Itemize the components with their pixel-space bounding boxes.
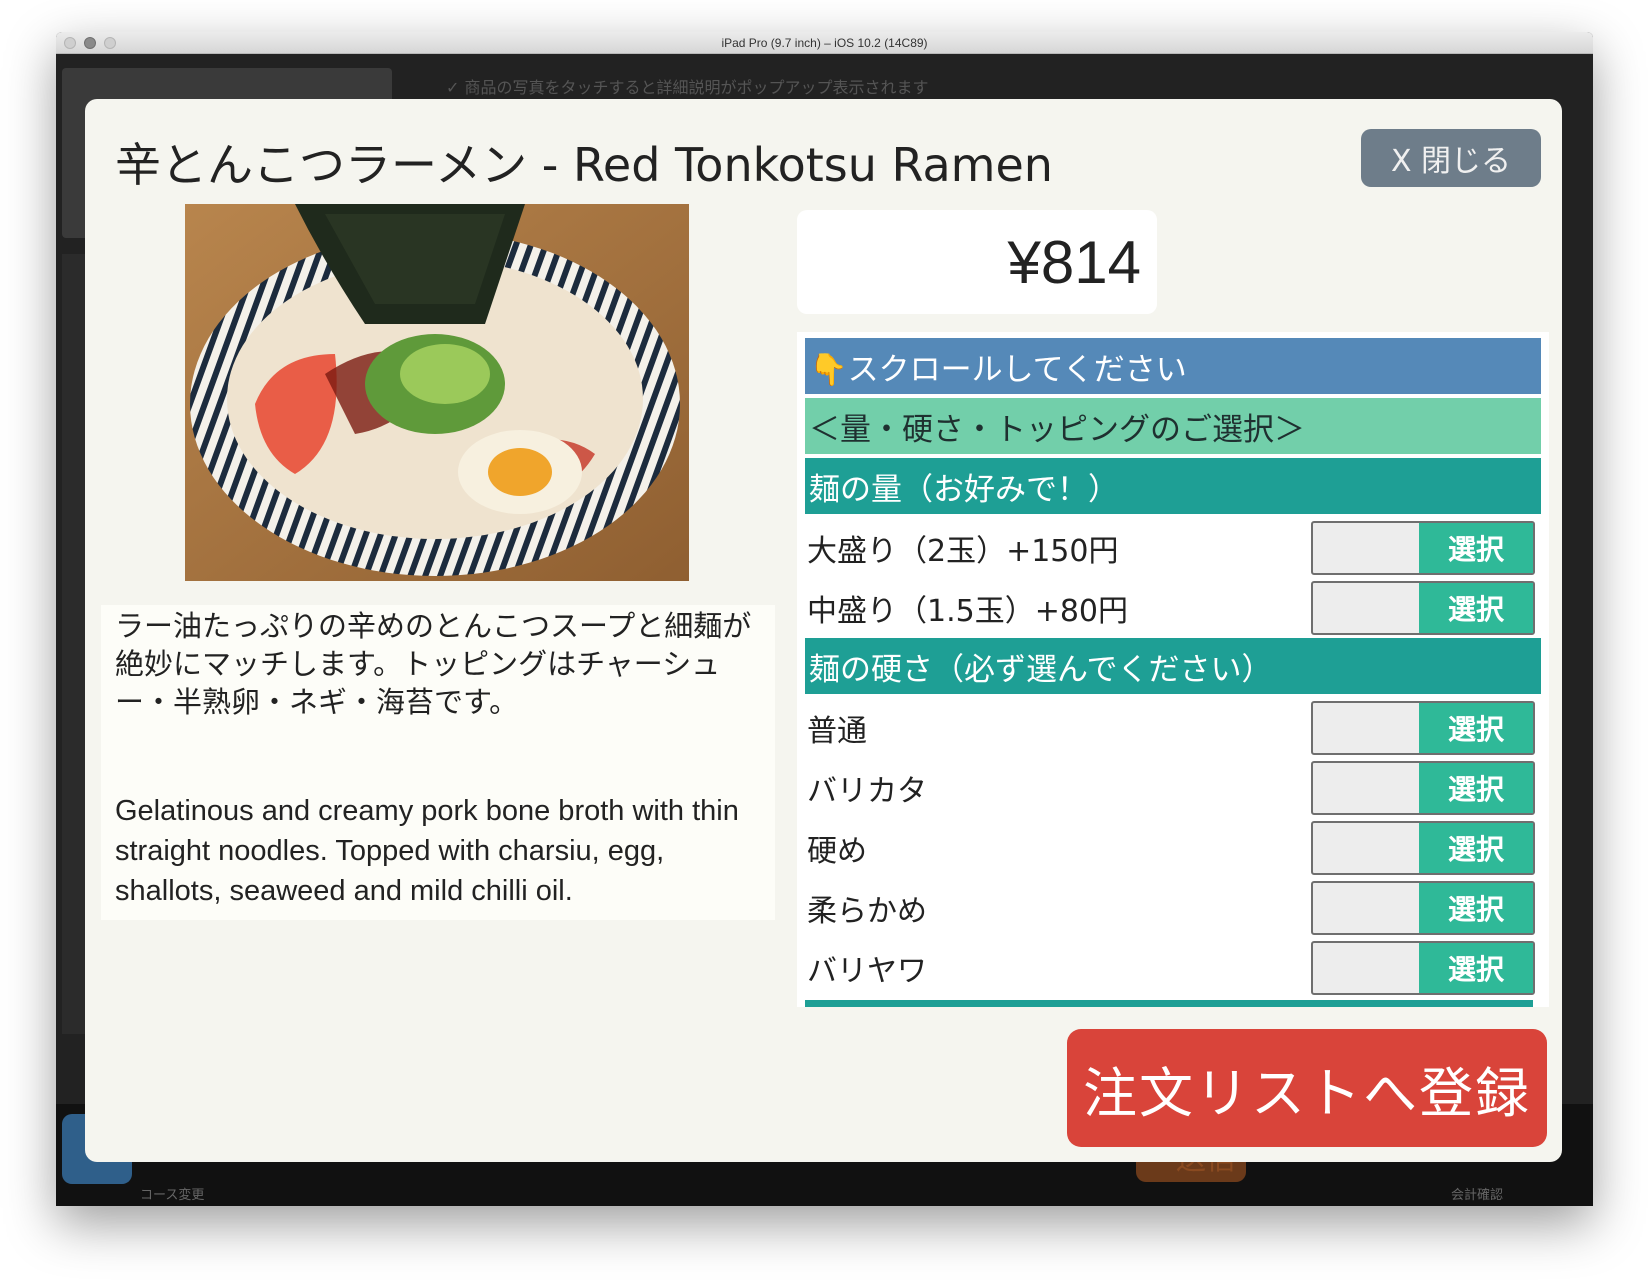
option-row: 普通 選択 [805, 698, 1541, 758]
product-title: 辛とんこつラーメン - Red Tonkotsu Ramen [115, 138, 1053, 192]
simulator-window: iPad Pro (9.7 inch) – iOS 10.2 (14C89) ✓… [56, 32, 1593, 1206]
product-detail-modal: 辛とんこつラーメン - Red Tonkotsu Ramen X 閉じる ラー油… [85, 99, 1562, 1162]
toggle-track [1313, 823, 1419, 873]
close-modal-button[interactable]: X 閉じる [1361, 129, 1541, 187]
option-label: 柔らかめ [807, 894, 927, 929]
select-button[interactable]: 選択 [1419, 523, 1533, 573]
option-row: 大盛り（2玉）+150円 選択 [805, 518, 1541, 578]
option-select-toggle[interactable]: 選択 [1311, 821, 1535, 875]
option-row: バリカタ 選択 [805, 758, 1541, 818]
select-button[interactable]: 選択 [1419, 943, 1533, 993]
option-label: バリヤワ [807, 954, 927, 989]
options-title-header: ＜量・硬さ・トッピングのご選択＞ [805, 398, 1541, 454]
toggle-track [1313, 883, 1419, 933]
description-english: Gelatinous and creamy pork bone broth wi… [115, 795, 739, 907]
option-select-toggle[interactable]: 選択 [1311, 521, 1535, 575]
product-description: ラー油たっぷりの辛めのとんこつスープと細麺が絶妙にマッチします。トッピングはチャ… [101, 605, 775, 920]
next-section-edge [805, 1000, 1533, 1007]
option-row: 中盛り（1.5玉）+80円 選択 [805, 578, 1541, 638]
option-label: 大盛り（2玉）+150円 [807, 534, 1119, 569]
option-select-toggle[interactable]: 選択 [1311, 761, 1535, 815]
option-label: バリカタ [807, 774, 927, 809]
select-button[interactable]: 選択 [1419, 703, 1533, 753]
toggle-track [1313, 583, 1419, 633]
options-list[interactable]: 👇スクロールしてください ＜量・硬さ・トッピングのご選択＞ 麺の量（お好みで！）… [797, 332, 1549, 1007]
toggle-track [1313, 763, 1419, 813]
course-change-label: コース変更 [140, 1188, 205, 1203]
option-row: 硬め 選択 [805, 818, 1541, 878]
select-button[interactable]: 選択 [1419, 583, 1533, 633]
select-button[interactable]: 選択 [1419, 883, 1533, 933]
select-button[interactable]: 選択 [1419, 823, 1533, 873]
toggle-track [1313, 523, 1419, 573]
price-box: ¥814 [797, 210, 1157, 314]
ramen-photo[interactable] [185, 204, 689, 581]
window-titlebar: iPad Pro (9.7 inch) – iOS 10.2 (14C89) [56, 32, 1593, 54]
option-select-toggle[interactable]: 選択 [1311, 701, 1535, 755]
checkout-label: 会計確認 [1451, 1188, 1504, 1203]
add-to-order-list-button[interactable]: 注文リストへ登録 [1067, 1029, 1547, 1147]
option-label: 中盛り（1.5玉）+80円 [807, 594, 1129, 629]
option-select-toggle[interactable]: 選択 [1311, 941, 1535, 995]
scroll-hint-header: 👇スクロールしてください [805, 338, 1541, 394]
window-title: iPad Pro (9.7 inch) – iOS 10.2 (14C89) [721, 36, 928, 50]
section-header-noodle-firmness: 麺の硬さ（必ず選んでください） [805, 638, 1541, 694]
price-value: ¥814 [1007, 229, 1141, 296]
select-button[interactable]: 選択 [1419, 763, 1533, 813]
option-label: 硬め [807, 834, 867, 869]
description-japanese: ラー油たっぷりの辛めのとんこつスープと細麺が絶妙にマッチします。トッピングはチャ… [115, 609, 752, 719]
option-row: 柔らかめ 選択 [805, 878, 1541, 938]
background-hint-text: ✓ 商品の写真をタッチすると詳細説明がポップアップ表示されます [446, 78, 929, 97]
toggle-track [1313, 943, 1419, 993]
option-select-toggle[interactable]: 選択 [1311, 881, 1535, 935]
option-select-toggle[interactable]: 選択 [1311, 581, 1535, 635]
desktop: iPad Pro (9.7 inch) – iOS 10.2 (14C89) ✓… [0, 0, 1648, 1286]
toggle-track [1313, 703, 1419, 753]
option-label: 普通 [807, 714, 867, 749]
option-row: バリヤワ 選択 [805, 938, 1541, 998]
section-header-noodle-amount: 麺の量（お好みで！） [805, 458, 1541, 514]
